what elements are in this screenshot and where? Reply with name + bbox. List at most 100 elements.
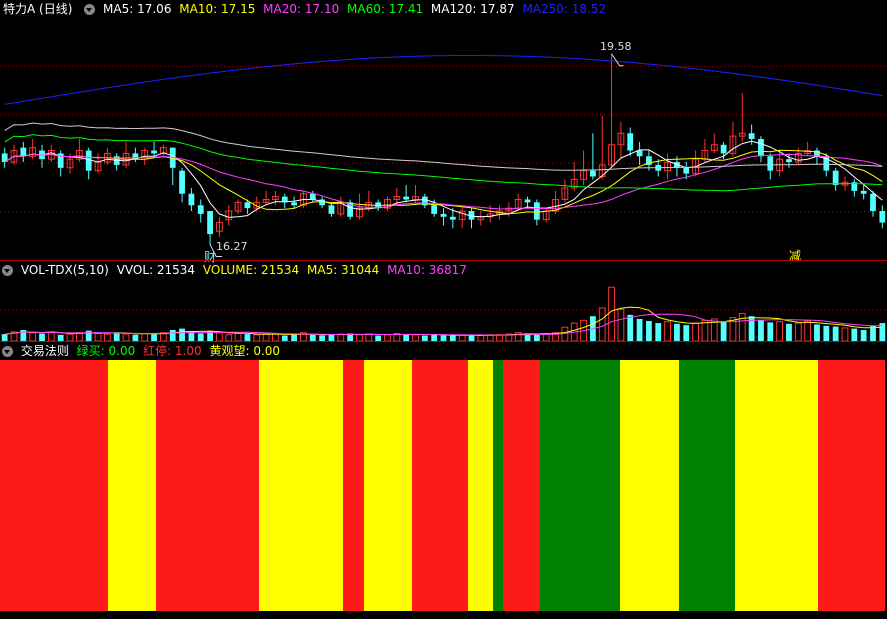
rule-band-chart[interactable] [0,360,887,611]
volume-bar [151,334,157,341]
indicator-green-buy: 绿买: 0.00 [76,344,136,358]
candle-body [832,170,839,186]
volume-bar [75,332,83,341]
indicator-vvol: VVOL: 21534 [116,263,196,277]
rule-band-red [343,360,364,611]
volume-title[interactable]: VOL-TDX(5,10) [21,263,109,277]
volume-bar [674,323,680,341]
volume-bar [337,333,345,341]
rule-panel-header: 交易法则 绿买: 0.00 红停: 1.00 黄观望: 0.00 [0,342,284,360]
low-price-label: 16.27 [216,240,248,253]
volume-bar [692,322,699,341]
candle-body [188,193,195,206]
volume-bar [767,322,774,341]
candle-body [589,170,596,177]
volume-bar [608,286,615,341]
candlestick-chart[interactable] [0,18,887,260]
volume-bar [832,326,839,341]
ma250-line [4,55,883,105]
volume-bar [66,333,74,341]
volume-bar [758,320,764,341]
rule-band-green [493,360,503,611]
indicator-ma60: MA60: 17.41 [347,2,424,16]
volume-bar [141,332,149,341]
candle-body [627,133,634,151]
volume-bar [169,329,176,341]
volume-chart[interactable] [0,279,887,341]
candle-body [533,202,540,220]
indicator-ma10: MA10: 17.15 [179,2,256,16]
volume-bar [234,332,242,341]
volume-bar [47,331,55,341]
indicator-ma5: MA5: 17.06 [103,2,172,16]
stock-title[interactable]: 特力A (日线) [3,2,72,16]
volume-panel-header: VOL-TDX(5,10) VVOL: 21534 VOLUME: 21534 … [0,261,471,279]
volume-bar [103,333,111,341]
volume-bar [851,328,858,341]
volume-bar [804,320,812,341]
indicator-vol-ma10: MA10: 36817 [387,263,467,277]
volume-bar [720,321,727,341]
volume-bar [179,328,185,341]
dropdown-icon[interactable] [84,4,96,15]
candle-body [151,150,157,154]
candle-body [879,211,886,223]
candle-body [309,193,316,200]
indicator-red-stop: 红停: 1.00 [143,344,202,358]
price-panel-header: 特力A (日线) MA5: 17.06 MA10: 17.15 MA20: 17… [0,0,610,18]
candle-body [683,167,690,174]
ma20-line [4,153,883,210]
volume-bar [29,332,37,341]
candle-body [720,144,727,154]
rule-band-yellow [468,360,493,611]
candle-body [403,196,410,200]
volume-bar [598,307,606,341]
volume-bar [776,321,784,341]
rule-band-yellow [259,360,343,611]
dropdown-icon[interactable] [2,265,13,276]
indicator-volume: VOLUME: 21534 [202,263,300,277]
high-price-label: 19.58 [600,40,632,53]
indicator-vol-ma5: MA5: 31044 [307,263,380,277]
indicator-ma20: MA20: 17.10 [263,2,340,16]
volume-bar [1,334,8,341]
dropdown-icon[interactable] [2,346,13,357]
volume-bar [701,319,709,341]
rule-band-green [540,360,620,611]
candle-body [767,156,774,171]
indicator-ma120: MA120: 17.87 [430,2,515,16]
volume-bar [794,322,802,341]
volume-bar [823,325,830,341]
volume-bar [636,318,643,341]
rule-band-red [156,360,259,611]
rule-title[interactable]: 交易法则 [21,344,69,358]
candle-body [207,211,213,235]
candle-body [328,205,335,214]
high-pointer [611,53,624,67]
volume-bar [216,332,223,341]
volume-bar [542,333,550,341]
rule-band-red [412,360,468,611]
candle-body [197,205,204,214]
volume-bar [617,308,625,341]
indicator-ma250: MA250: 18.52 [522,2,607,16]
rule-band-red [818,360,885,611]
volume-bar [197,333,204,341]
candle-body [870,193,876,212]
volume-bar [122,333,130,341]
volume-bar [814,324,820,341]
rule-band-green [679,360,735,611]
volume-bar [738,312,746,341]
volume-bar [188,332,195,341]
rule-band-yellow [364,360,412,611]
rule-band-yellow [735,360,818,611]
candle-body [524,199,531,203]
volume-bar [627,314,634,341]
candle-body [748,133,755,139]
volume-bar [561,326,569,341]
candle-body [758,139,764,157]
rule-band-yellow [108,360,156,611]
rule-band-red [503,360,540,611]
event-marker-jian[interactable]: 减 [789,247,801,264]
rule-band-yellow [620,360,679,611]
